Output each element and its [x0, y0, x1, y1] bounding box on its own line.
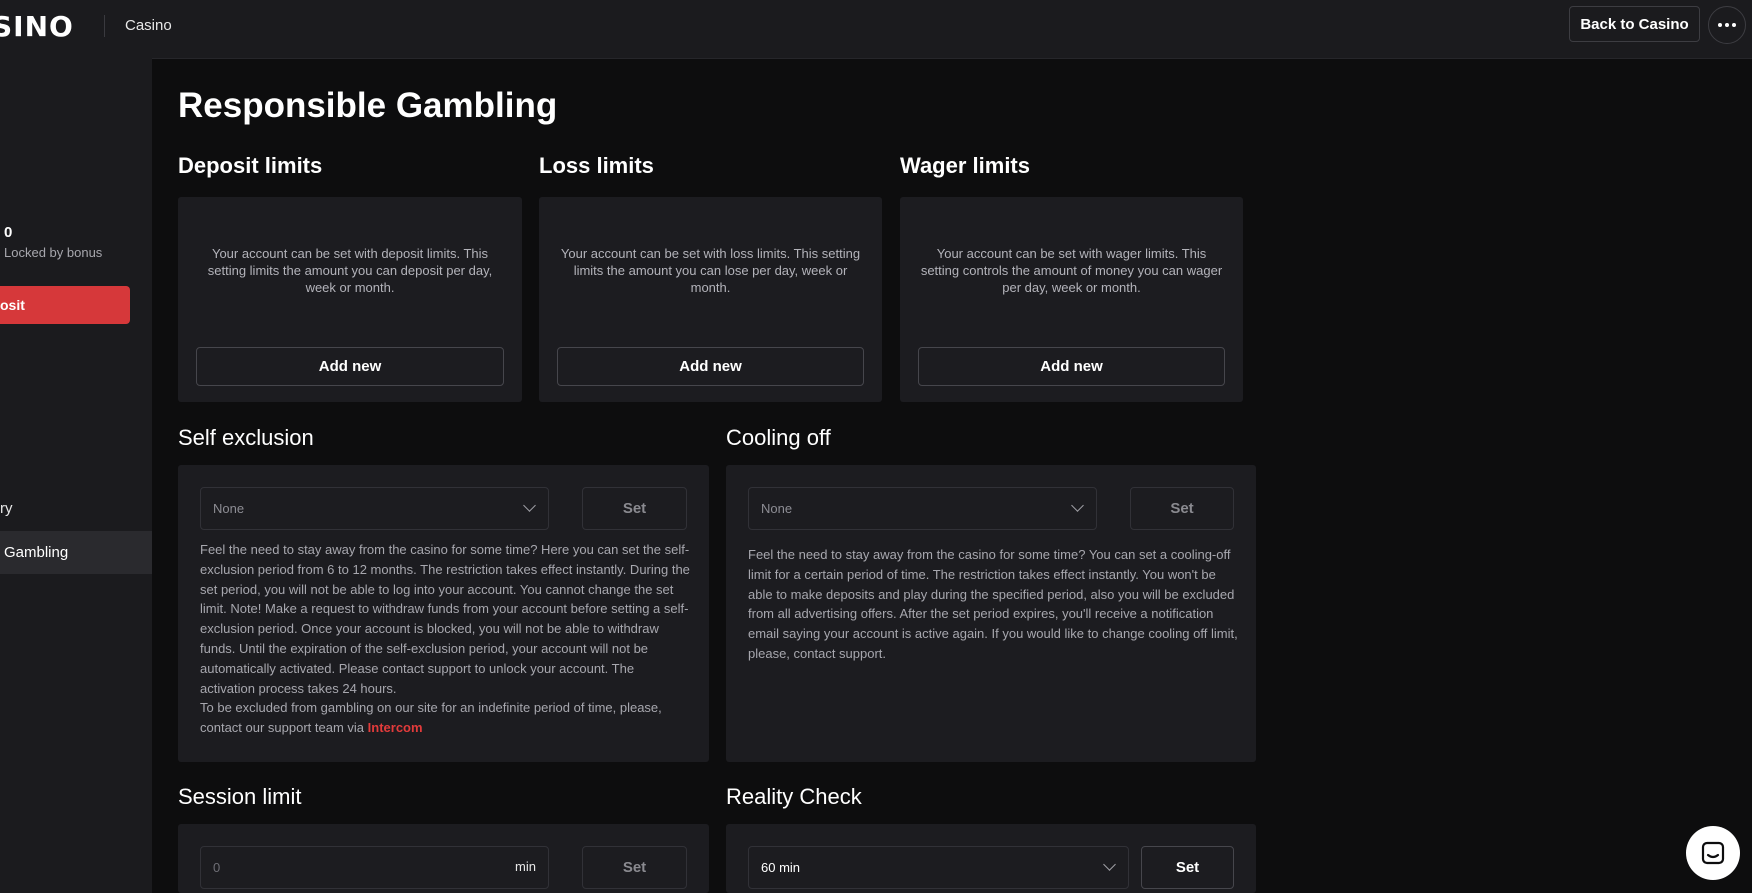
self-exclusion-description: Feel the need to stay away from the casi… — [200, 540, 690, 738]
reality-check-title: Reality Check — [726, 784, 862, 809]
chat-launcher-button[interactable] — [1686, 826, 1740, 880]
more-dot-icon — [1725, 23, 1729, 27]
self-exclusion-contact-text: To be excluded from gambling on our site… — [200, 700, 662, 736]
session-limit-unit: min — [515, 859, 536, 874]
self-exclusion-set-button[interactable]: Set — [582, 487, 687, 530]
sidebar: 0 Locked by bonus osit ry Gambling — [0, 58, 152, 893]
chevron-down-icon — [1103, 858, 1116, 871]
add-deposit-limit-button[interactable]: Add new — [196, 347, 504, 386]
self-exclusion-card: None Set Feel the need to stay away from… — [178, 465, 709, 762]
add-loss-limit-button[interactable]: Add new — [557, 347, 864, 386]
back-to-casino-button[interactable]: Back to Casino — [1569, 6, 1700, 42]
reality-check-card: 60 min Set — [726, 824, 1256, 893]
more-dot-icon — [1732, 23, 1736, 27]
top-header: SINO Casino Back to Casino — [0, 0, 1752, 59]
locked-by-bonus-label: Locked by bonus — [4, 245, 103, 260]
self-exclusion-desc-text: Feel the need to stay away from the casi… — [200, 542, 690, 696]
session-limit-title: Session limit — [178, 784, 302, 809]
chat-icon — [1701, 841, 1725, 865]
reality-check-set-button[interactable]: Set — [1141, 846, 1234, 889]
sidebar-item-history[interactable]: ry — [0, 500, 13, 517]
reality-check-select[interactable]: 60 min — [748, 846, 1129, 889]
chevron-down-icon — [523, 499, 536, 512]
header-section-label: Casino — [125, 17, 172, 34]
cooling-off-description: Feel the need to stay away from the casi… — [748, 547, 1238, 661]
casino-logo[interactable]: SINO — [0, 10, 74, 43]
header-divider — [104, 15, 105, 37]
more-dot-icon — [1718, 23, 1722, 27]
chevron-down-icon — [1071, 499, 1084, 512]
self-exclusion-title: Self exclusion — [178, 425, 314, 450]
loss-limits-title: Loss limits — [539, 153, 654, 178]
cooling-off-card: None Set Feel the need to stay away from… — [726, 465, 1256, 762]
session-limit-card: 0 min Set — [178, 824, 709, 893]
balance-value: 0 — [4, 224, 13, 241]
self-exclusion-desc-text-2: To be excluded from gambling on our site… — [200, 698, 690, 738]
deposit-limits-description: Your account can be set with deposit lim… — [207, 246, 493, 295]
loss-limits-description: Your account can be set with loss limits… — [560, 246, 861, 295]
self-exclusion-select[interactable]: None — [200, 487, 549, 530]
cooling-off-select[interactable]: None — [748, 487, 1097, 530]
page-title: Responsible Gambling — [178, 86, 558, 125]
self-exclusion-select-value: None — [213, 501, 245, 516]
session-limit-set-button[interactable]: Set — [582, 846, 687, 889]
wager-limits-card: Your account can be set with wager limit… — [900, 197, 1243, 402]
deposit-limits-card: Your account can be set with deposit lim… — [178, 197, 522, 402]
wager-limits-title: Wager limits — [900, 153, 1030, 178]
wager-limits-description: Your account can be set with wager limit… — [920, 246, 1223, 295]
more-options-button[interactable] — [1708, 6, 1746, 44]
sidebar-item-responsible-gambling[interactable]: Gambling — [0, 531, 152, 574]
deposit-limits-title: Deposit limits — [178, 153, 323, 178]
reality-check-select-value: 60 min — [761, 860, 801, 875]
session-limit-input[interactable]: 0 min — [200, 846, 549, 889]
cooling-off-title: Cooling off — [726, 425, 831, 450]
session-limit-placeholder: 0 — [213, 860, 221, 875]
cooling-off-select-value: None — [761, 501, 793, 516]
add-wager-limit-button[interactable]: Add new — [918, 347, 1225, 386]
cooling-off-set-button[interactable]: Set — [1130, 487, 1234, 530]
intercom-link[interactable]: Intercom — [368, 720, 423, 735]
deposit-button[interactable]: osit — [0, 286, 130, 324]
loss-limits-card: Your account can be set with loss limits… — [539, 197, 882, 402]
